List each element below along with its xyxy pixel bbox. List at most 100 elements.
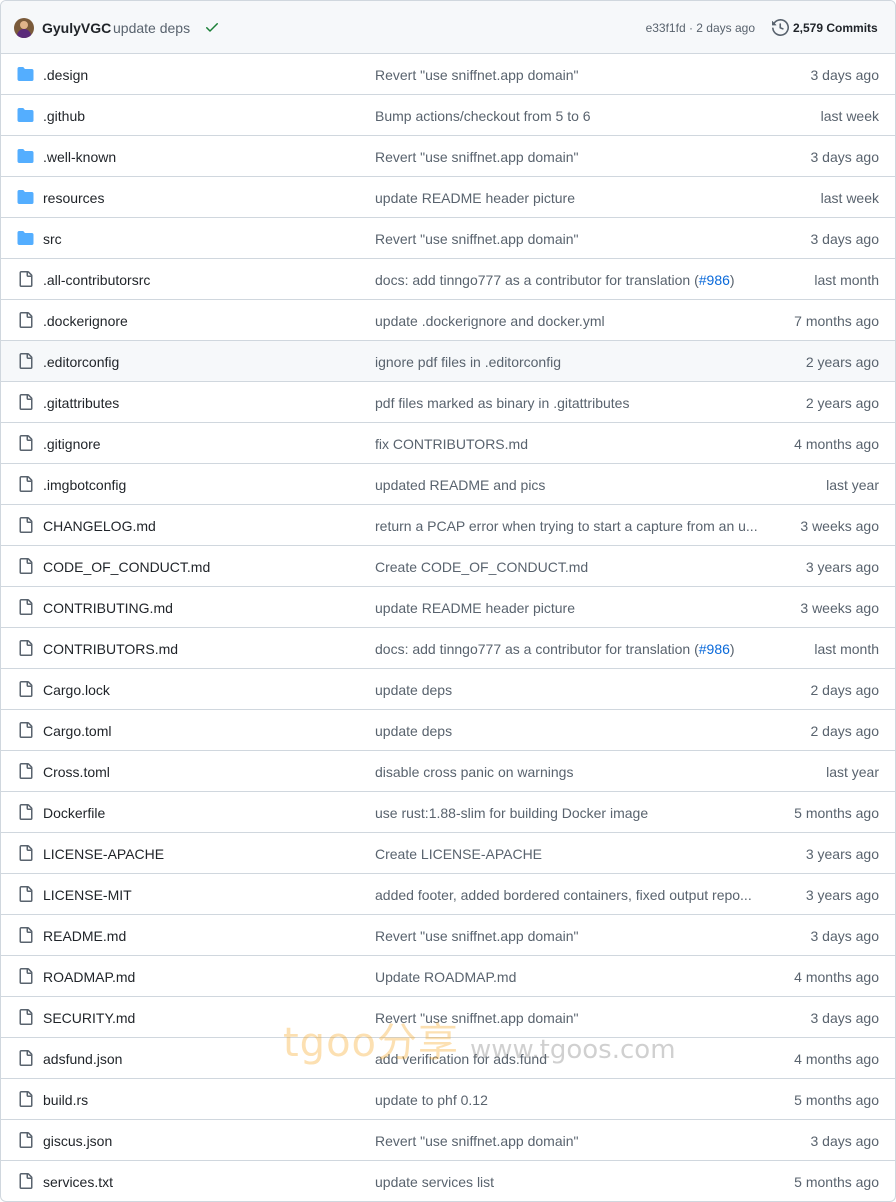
commit-age[interactable]: 3 days ago	[811, 67, 880, 83]
file-name-link[interactable]: giscus.json	[43, 1133, 112, 1149]
commit-age[interactable]: 5 months ago	[794, 805, 879, 821]
file-row[interactable]: build.rs update to phf 0.12 5 months ago	[1, 1079, 895, 1120]
commit-message-link[interactable]: pdf files marked as binary in .gitattrib…	[375, 395, 759, 411]
commit-message-text[interactable]: Revert "use sniffnet.app domain"	[375, 928, 578, 944]
file-name-link[interactable]: Cargo.lock	[43, 682, 110, 698]
commit-sha-time[interactable]: e33f1fd · 2 days ago	[646, 21, 755, 35]
file-row[interactable]: LICENSE-APACHE Create LICENSE-APACHE 3 yea…	[1, 833, 895, 874]
file-row[interactable]: .imgbotconfig updated README and pics last…	[1, 464, 895, 505]
file-row[interactable]: Dockerfile use rust:1.88-slim for buildin…	[1, 792, 895, 833]
file-name-link[interactable]: .well-known	[43, 149, 116, 165]
commit-message-text[interactable]: update .dockerignore and docker.yml	[375, 313, 605, 329]
commit-age[interactable]: 3 days ago	[811, 928, 880, 944]
file-row[interactable]: CHANGELOG.md return a PCAP error when try…	[1, 505, 895, 546]
file-row[interactable]: src Revert "use sniffnet.app domain" 3 day…	[1, 218, 895, 259]
file-row[interactable]: adsfund.json add verification for ads.fun…	[1, 1038, 895, 1079]
file-row[interactable]: README.md Revert "use sniffnet.app domain…	[1, 915, 895, 956]
file-row[interactable]: .editorconfig ignore pdf files in .editor…	[1, 341, 895, 382]
commit-message-text[interactable]: docs: add tinngo777 as a contributor for…	[375, 272, 699, 288]
commit-message-text[interactable]: added footer, added bordered containers,…	[375, 887, 752, 903]
file-name-link[interactable]: Dockerfile	[43, 805, 105, 821]
file-row[interactable]: services.txt update services list 5 months…	[1, 1161, 895, 1201]
commit-age[interactable]: last month	[814, 641, 879, 657]
commit-age[interactable]: 4 months ago	[794, 1051, 879, 1067]
file-row[interactable]: CONTRIBUTING.md update README header pict…	[1, 587, 895, 628]
commit-age[interactable]: last year	[826, 764, 879, 780]
file-row[interactable]: CODE_OF_CONDUCT.md Create CODE_OF_CONDUCT…	[1, 546, 895, 587]
commit-message-text[interactable]: update README header picture	[375, 190, 575, 206]
file-row[interactable]: CONTRIBUTORS.md docs: add tinngo777 as a …	[1, 628, 895, 669]
commit-age[interactable]: 3 weeks ago	[800, 518, 879, 534]
file-row[interactable]: LICENSE-MIT added footer, added bordered …	[1, 874, 895, 915]
commit-message-text[interactable]: updated README and pics	[375, 477, 545, 493]
commit-message-text-end[interactable]: )	[730, 272, 735, 288]
commit-message-text[interactable]: Bump actions/checkout from 5 to 6	[375, 108, 591, 124]
file-name-link[interactable]: SECURITY.md	[43, 1010, 135, 1026]
file-row[interactable]: .dockerignore update .dockerignore and do…	[1, 300, 895, 341]
commit-message-link[interactable]: Bump actions/checkout from 5 to 6	[375, 108, 759, 124]
commit-age[interactable]: 3 years ago	[806, 559, 879, 575]
file-row[interactable]: .well-known Revert "use sniffnet.app doma…	[1, 136, 895, 177]
check-icon[interactable]	[204, 19, 220, 35]
commit-message-link[interactable]: use rust:1.88-slim for building Docker i…	[375, 805, 759, 821]
file-name-link[interactable]: Cargo.toml	[43, 723, 111, 739]
file-name-link[interactable]: LICENSE-APACHE	[43, 846, 164, 862]
file-name-link[interactable]: CHANGELOG.md	[43, 518, 156, 534]
pull-request-link[interactable]: #986	[699, 272, 730, 288]
file-name-link[interactable]: src	[43, 231, 62, 247]
commit-message-link[interactable]: Create LICENSE-APACHE	[375, 846, 759, 862]
commit-age[interactable]: 3 days ago	[811, 149, 880, 165]
commit-message-link[interactable]: docs: add tinngo777 as a contributor for…	[375, 272, 759, 288]
commit-message-link[interactable]: Update ROADMAP.md	[375, 969, 759, 985]
commit-age[interactable]: 4 months ago	[794, 436, 879, 452]
commit-message-text[interactable]: Revert "use sniffnet.app domain"	[375, 1010, 578, 1026]
commit-age[interactable]: last week	[821, 190, 879, 206]
file-row[interactable]: .github Bump actions/checkout from 5 to 6…	[1, 95, 895, 136]
commit-message-text[interactable]: Create LICENSE-APACHE	[375, 846, 542, 862]
commit-message-text-end[interactable]: )	[730, 641, 735, 657]
commit-message-text[interactable]: Revert "use sniffnet.app domain"	[375, 149, 578, 165]
commit-message-text[interactable]: Create CODE_OF_CONDUCT.md	[375, 559, 588, 575]
file-row[interactable]: .all-contributorsrc docs: add tinngo777 a…	[1, 259, 895, 300]
file-row[interactable]: .gitattributes pdf files marked as binary…	[1, 382, 895, 423]
commit-age[interactable]: 2 years ago	[806, 395, 879, 411]
file-name-link[interactable]: .design	[43, 67, 88, 83]
commits-count-link[interactable]: 2,579 Commits	[793, 21, 878, 35]
commit-message-link[interactable]: update services list	[375, 1174, 759, 1190]
commit-age[interactable]: last week	[821, 108, 879, 124]
file-name-link[interactable]: .gitattributes	[43, 395, 119, 411]
commit-message-link[interactable]: Revert "use sniffnet.app domain"	[375, 231, 759, 247]
commit-message-text[interactable]: add verification for ads.fund	[375, 1051, 547, 1067]
commit-age[interactable]: 3 days ago	[811, 231, 880, 247]
file-row[interactable]: ROADMAP.md Update ROADMAP.md 4 months ago	[1, 956, 895, 997]
commit-message-link[interactable]: update README header picture	[375, 190, 759, 206]
commit-message-link[interactable]: added footer, added bordered containers,…	[375, 887, 759, 903]
file-name-link[interactable]: CONTRIBUTORS.md	[43, 641, 178, 657]
commit-author[interactable]: GyulyVGC	[42, 20, 111, 36]
commit-message-link[interactable]: update README header picture	[375, 600, 759, 616]
file-name-link[interactable]: .gitignore	[43, 436, 101, 452]
commit-message-text[interactable]: use rust:1.88-slim for building Docker i…	[375, 805, 648, 821]
file-name-link[interactable]: services.txt	[43, 1174, 113, 1190]
commit-message-text[interactable]: Revert "use sniffnet.app domain"	[375, 67, 578, 83]
commit-age[interactable]: 2 years ago	[806, 354, 879, 370]
file-name-link[interactable]: resources	[43, 190, 104, 206]
commit-age[interactable]: 5 months ago	[794, 1174, 879, 1190]
commit-age[interactable]: 3 years ago	[806, 846, 879, 862]
file-name-link[interactable]: ROADMAP.md	[43, 969, 135, 985]
commit-message-text[interactable]: update to phf 0.12	[375, 1092, 488, 1108]
commit-message-link[interactable]: Revert "use sniffnet.app domain"	[375, 1010, 759, 1026]
avatar[interactable]	[14, 18, 34, 38]
file-name-link[interactable]: README.md	[43, 928, 126, 944]
commit-message-text[interactable]: update services list	[375, 1174, 494, 1190]
commit-message-link[interactable]: fix CONTRIBUTORS.md	[375, 436, 759, 452]
commit-message-link[interactable]: update to phf 0.12	[375, 1092, 759, 1108]
file-row[interactable]: SECURITY.md Revert "use sniffnet.app doma…	[1, 997, 895, 1038]
commit-age[interactable]: 3 days ago	[811, 1010, 880, 1026]
file-name-link[interactable]: .imgbotconfig	[43, 477, 126, 493]
file-row[interactable]: giscus.json Revert "use sniffnet.app doma…	[1, 1120, 895, 1161]
commit-message-text[interactable]: docs: add tinngo777 as a contributor for…	[375, 641, 699, 657]
file-name-link[interactable]: .github	[43, 108, 85, 124]
commit-age[interactable]: 3 weeks ago	[800, 600, 879, 616]
commit-age[interactable]: 4 months ago	[794, 969, 879, 985]
